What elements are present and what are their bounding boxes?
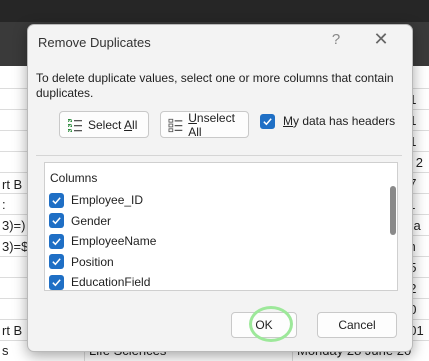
dialog-title: Remove Duplicates	[38, 35, 151, 50]
checkbox-checked-icon	[49, 254, 64, 270]
unselect-all-icon	[168, 118, 183, 132]
unselect-all-label: Unselect All	[188, 110, 235, 139]
column-item-position[interactable]: Position	[49, 252, 156, 273]
app-title-bar	[0, 0, 429, 22]
columns-list: Employee_ID Gender EmployeeName Position…	[49, 190, 156, 293]
column-item-label: EducationField	[71, 275, 151, 290]
column-item-label: Gender	[71, 213, 112, 228]
unselect-all-button[interactable]: Unselect All	[160, 110, 249, 139]
checkbox-checked-icon	[49, 192, 64, 208]
column-item-employee-id[interactable]: Employee_ID	[49, 190, 156, 211]
ok-button[interactable]: OK	[231, 312, 297, 338]
my-data-has-headers-checkbox[interactable]: My data has headers	[260, 111, 395, 131]
column-item-employee-name[interactable]: EmployeeName	[49, 231, 156, 252]
close-icon[interactable]: ✕	[370, 29, 392, 50]
sheet-cell[interactable]: s	[2, 343, 9, 358]
column-item-education-field[interactable]: EducationField	[49, 272, 156, 293]
columns-header: Columns	[50, 171, 98, 185]
checkbox-checked-icon	[49, 274, 64, 290]
checkbox-checked-icon	[49, 213, 64, 229]
help-icon[interactable]: ?	[327, 31, 345, 48]
my-data-has-headers-label: My data has headers	[283, 114, 396, 128]
scrollbar-thumb[interactable]	[390, 186, 396, 235]
checkbox-checked-icon	[260, 113, 275, 129]
instructions-text: To delete duplicate values, select one o…	[36, 71, 394, 100]
column-item-label: Position	[71, 254, 114, 269]
remove-duplicates-dialog: Remove Duplicates ? ✕ To delete duplicat…	[27, 24, 413, 352]
select-all-label: Select All	[88, 117, 138, 132]
cancel-button[interactable]: Cancel	[317, 312, 397, 338]
select-all-icon	[68, 118, 82, 132]
column-item-label: EmployeeName	[71, 234, 157, 249]
checkbox-checked-icon	[49, 233, 64, 249]
column-item-gender[interactable]: Gender	[49, 211, 156, 232]
column-item-label: Employee_ID	[71, 193, 144, 208]
divider	[36, 155, 402, 156]
columns-listbox[interactable]: Columns Employee_ID Gender EmployeeName …	[44, 162, 398, 291]
select-all-button[interactable]: Select All	[59, 111, 149, 138]
